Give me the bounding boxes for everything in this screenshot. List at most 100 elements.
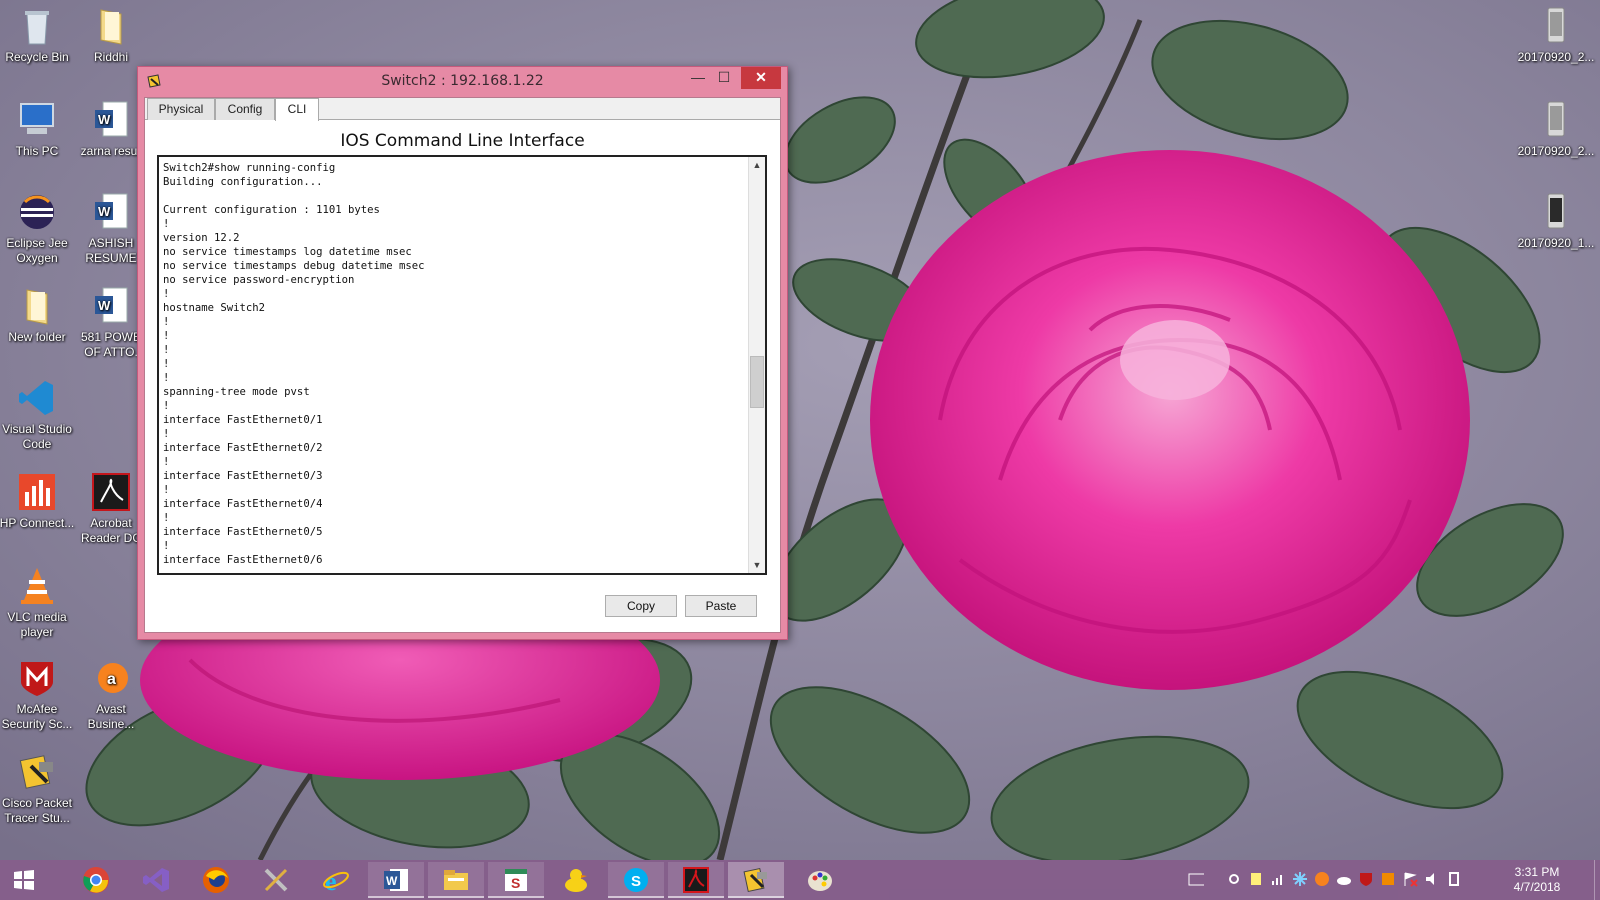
taskbar: e W S S 3:31 PM 4/7/2018: [0, 860, 1600, 900]
taskbar-packet-tracer[interactable]: [728, 862, 784, 898]
svg-text:W: W: [98, 112, 111, 127]
cli-console[interactable]: Switch2#show running-config Building con…: [157, 155, 767, 575]
svg-text:W: W: [98, 204, 111, 219]
taskbar-firefox[interactable]: [188, 862, 244, 898]
desktop-icon-label: Recycle Bin: [5, 50, 69, 64]
desktop-icon-riddhi[interactable]: Riddhi: [72, 6, 150, 65]
desktop-icon-label: VLC media player: [7, 610, 67, 639]
computer-icon: [17, 100, 57, 140]
taskbar-cyberduck[interactable]: [548, 862, 604, 898]
device-tabs: Physical Config CLI: [145, 98, 780, 121]
skype-icon: S: [624, 868, 648, 892]
scroll-thumb[interactable]: [750, 355, 764, 408]
volume-icon[interactable]: [1424, 871, 1440, 887]
tab-physical[interactable]: Physical: [147, 98, 215, 120]
desktop-icon-eclipse[interactable]: Eclipse Jee Oxygen: [0, 192, 76, 266]
recycle-bin-icon: [17, 6, 57, 46]
window-content: Physical Config CLI IOS Command Line Int…: [144, 97, 781, 633]
tab-config[interactable]: Config: [215, 98, 275, 120]
taskbar-chrome[interactable]: [68, 862, 124, 898]
avast-icon: a: [91, 658, 131, 698]
desktop-icon-label: New folder: [8, 330, 66, 344]
paste-button[interactable]: Paste: [685, 595, 757, 617]
show-desktop-button[interactable]: [1594, 860, 1600, 900]
keyboard-icon[interactable]: [1188, 871, 1204, 887]
eclipse-icon: [17, 192, 57, 232]
paint-icon: [808, 871, 832, 891]
svg-text:W: W: [386, 874, 398, 888]
taskbar-slides[interactable]: S: [488, 862, 544, 898]
clock[interactable]: 3:31 PM 4/7/2018: [1502, 865, 1572, 895]
vscode-icon: [17, 378, 57, 418]
desktop-icon-this-pc[interactable]: This PC: [0, 100, 76, 159]
notes-icon[interactable]: [1248, 871, 1264, 887]
scroll-up-arrow-icon[interactable]: ▲: [749, 157, 765, 173]
tools-icon: [264, 868, 288, 892]
cli-scrollbar[interactable]: ▲ ▼: [748, 157, 765, 573]
taskbar-internet-explorer[interactable]: e: [308, 862, 364, 898]
packet-tracer-icon: [743, 867, 767, 893]
clock-date: 4/7/2018: [1513, 880, 1561, 894]
desktop-icon-mcafee[interactable]: McAfee Security Sc...: [0, 658, 76, 732]
desktop-icon-vlc[interactable]: VLC media player: [0, 566, 76, 640]
desktop-icon-recycle-bin[interactable]: Recycle Bin: [0, 6, 76, 65]
desktop-icon-label: 20170920_1...: [1517, 236, 1595, 250]
desktop-icon-label: Visual Studio Code: [2, 422, 72, 451]
start-button[interactable]: [0, 862, 50, 898]
svg-text:S: S: [631, 873, 641, 890]
taskbar-paint[interactable]: [792, 862, 848, 898]
image-file-icon: [1536, 192, 1576, 232]
avast-tray-icon[interactable]: [1314, 871, 1330, 887]
switch-window[interactable]: Switch2 : 192.168.1.22 — ☐ ✕ Physical Co…: [137, 66, 788, 640]
word-document-icon: W: [91, 100, 131, 140]
clock-time: 3:31 PM: [1514, 865, 1560, 879]
taskbar-visual-studio[interactable]: [128, 862, 184, 898]
flag-icon[interactable]: [1402, 871, 1418, 887]
close-button[interactable]: ✕: [741, 67, 781, 89]
desktop-icon-label: This PC: [15, 144, 59, 158]
power-plug-icon[interactable]: [1446, 871, 1462, 887]
taskbar-acrobat[interactable]: [668, 862, 724, 898]
desktop-icon-label: HP Connect...: [0, 516, 75, 530]
window-titlebar[interactable]: Switch2 : 192.168.1.22 — ☐ ✕: [138, 67, 787, 97]
folder-icon: [17, 286, 57, 326]
cli-output[interactable]: Switch2#show running-config Building con…: [163, 161, 741, 569]
taskbar-skype[interactable]: S: [608, 862, 664, 898]
cloud-icon[interactable]: [1336, 871, 1352, 887]
taskbar-word[interactable]: W: [368, 862, 424, 898]
desktop-icon-label: Cisco Packet Tracer Stu...: [1, 796, 73, 825]
packet-tracer-icon: [17, 752, 57, 792]
acrobat-icon: [91, 472, 131, 512]
desktop-icon-avast[interactable]: a Avast Busine...: [72, 658, 150, 732]
duck-icon: [565, 869, 587, 892]
updates-icon[interactable]: [1380, 871, 1396, 887]
internet-explorer-icon: e: [323, 867, 349, 894]
snowflake-icon[interactable]: [1292, 871, 1308, 887]
mcafee-tray-icon[interactable]: [1358, 871, 1374, 887]
taskbar-file-explorer[interactable]: [428, 862, 484, 898]
desktop-icon-new-folder[interactable]: New folder: [0, 286, 76, 345]
settings-icon[interactable]: [1226, 871, 1242, 887]
file-explorer-icon: [444, 870, 468, 890]
vlc-icon: [17, 566, 57, 606]
desktop-icon-label: 20170920_2...: [1517, 50, 1595, 64]
desktop-icon-image-file[interactable]: 20170920_2...: [1513, 6, 1599, 65]
desktop-icon-label: Eclipse Jee Oxygen: [6, 236, 68, 265]
desktop-icon-image-file[interactable]: 20170920_2...: [1513, 100, 1599, 159]
desktop-icon-hp-connect[interactable]: HP Connect...: [0, 472, 76, 531]
folder-icon: [91, 6, 131, 46]
taskbar-tools[interactable]: [248, 862, 304, 898]
tab-cli[interactable]: CLI: [275, 98, 319, 121]
copy-button[interactable]: Copy: [605, 595, 677, 617]
desktop-icon-vscode[interactable]: Visual Studio Code: [0, 378, 76, 452]
word-document-icon: W: [91, 286, 131, 326]
mcafee-icon: [17, 658, 57, 698]
desktop-icon-image-file[interactable]: 20170920_1...: [1513, 192, 1599, 251]
minimize-button[interactable]: —: [685, 67, 711, 89]
desktop-icon-packet-tracer[interactable]: Cisco Packet Tracer Stu...: [0, 752, 76, 826]
slides-icon: S: [505, 869, 527, 891]
image-file-icon: [1536, 6, 1576, 46]
scroll-down-arrow-icon[interactable]: ▼: [749, 557, 765, 573]
maximize-button[interactable]: ☐: [711, 67, 737, 89]
network-signal-icon[interactable]: [1270, 871, 1286, 887]
